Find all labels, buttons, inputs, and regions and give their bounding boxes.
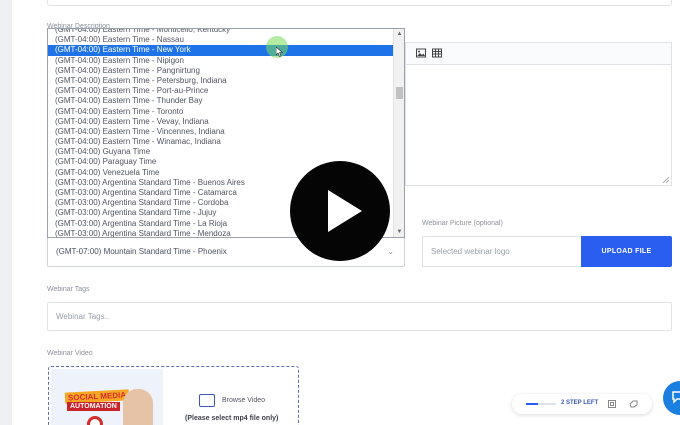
description-editor[interactable] (405, 42, 672, 186)
step-progress-pill: 2 STEP LEFT (512, 394, 652, 414)
table-icon[interactable] (432, 48, 442, 58)
play-icon (328, 190, 362, 232)
editor-toolbar (406, 43, 671, 65)
chevron-down-icon: ⌄ (387, 247, 394, 256)
timezone-option[interactable]: (GMT-04:00) Eastern Time - Nassau (48, 35, 394, 45)
mp4-hint: (Please select mp4 file only) (185, 415, 279, 422)
thumbnail-line-2: AUTOMATION (67, 402, 120, 411)
timezone-option[interactable]: (GMT-04:00) Eastern Time - Pangnirtung (48, 66, 394, 76)
dropdown-scrollbar[interactable]: ▲ ▼ (393, 29, 404, 237)
browse-video-link[interactable]: Browse Video (222, 397, 265, 404)
target-icon (87, 416, 103, 425)
image-icon[interactable] (416, 48, 426, 58)
tags-input[interactable]: Webinar Tags.. (47, 302, 672, 331)
upload-file-button[interactable]: UPLOAD FILE (581, 236, 672, 267)
step-progress-fill (526, 403, 538, 405)
timezone-option[interactable]: (GMT-04:00) Eastern Time - Nipigon (48, 56, 394, 66)
timezone-option[interactable]: (GMT-04:00) Eastern Time - Winamac, Indi… (48, 137, 394, 147)
grid-icon[interactable] (608, 400, 616, 408)
scroll-up-icon[interactable]: ▲ (394, 29, 404, 39)
video-label: Webinar Video (47, 350, 93, 357)
mouse-pointer-icon (276, 47, 283, 57)
timezone-option[interactable]: (GMT-04:00) Eastern Time - Monticello, K… (48, 29, 394, 35)
timezone-option[interactable]: (GMT-04:00) Eastern Time - Port-au-Princ… (48, 86, 394, 96)
resize-handle-icon[interactable] (663, 177, 669, 183)
scroll-thumb[interactable] (396, 87, 403, 99)
timezone-option[interactable]: (GMT-04:00) Eastern Time - Toronto (48, 107, 394, 117)
scroll-down-icon[interactable]: ▼ (394, 227, 404, 237)
timezone-option[interactable]: (GMT-04:00) Guyana Time (48, 147, 394, 157)
timezone-selected-value: (GMT-07:00) Mountain Standard Time - Pho… (56, 247, 227, 256)
timezone-option[interactable]: (GMT-04:00) Eastern Time - Petersburg, I… (48, 76, 394, 86)
timezone-option[interactable]: (GMT-04:00) Eastern Time - Vevay, Indian… (48, 117, 394, 127)
play-button[interactable] (290, 161, 390, 261)
chat-icon (672, 391, 680, 404)
tags-label: Webinar Tags (47, 286, 90, 293)
thumbnail-person (123, 389, 153, 425)
title-field-bottom-edge[interactable] (47, 0, 672, 6)
timezone-option[interactable]: (GMT-04:00) Eastern Time - New York (48, 45, 394, 56)
hand-icon[interactable] (629, 400, 638, 408)
video-icon (199, 394, 215, 407)
steps-left-text: 2 STEP LEFT (561, 400, 599, 406)
video-upload-box[interactable]: SOCIAL MEDIA AUTOMATION Browse Video (Pl… (48, 366, 299, 425)
timezone-option[interactable]: (GMT-04:00) Eastern Time - Thunder Bay (48, 96, 394, 106)
timezone-option[interactable]: (GMT-04:00) Eastern Time - Vincennes, In… (48, 127, 394, 137)
picture-label: Webinar Picture (optional) (422, 220, 503, 227)
video-thumbnail: SOCIAL MEDIA AUTOMATION (51, 369, 163, 425)
picture-input[interactable]: Selected webinar logo (422, 236, 581, 267)
step-progress-bar (526, 403, 556, 405)
left-gutter (0, 0, 12, 425)
